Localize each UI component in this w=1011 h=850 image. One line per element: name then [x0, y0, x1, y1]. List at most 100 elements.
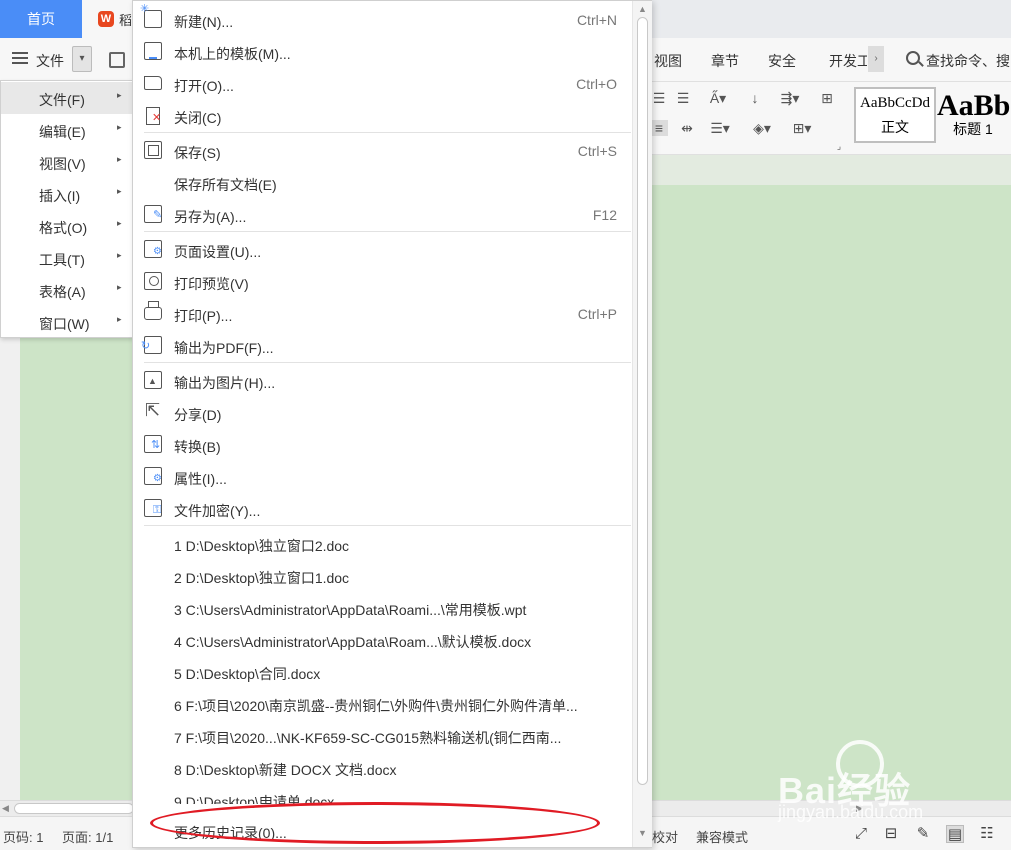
printer-icon: [144, 301, 162, 320]
style-normal[interactable]: AaBbCcDd 正文: [854, 87, 936, 143]
tab-view[interactable]: 视图: [654, 51, 682, 71]
scrollbar-thumb[interactable]: [14, 803, 134, 814]
paragraph-settings-icon[interactable]: ⌟: [834, 138, 844, 154]
file-dropdown-menu: 新建(N)... Ctrl+N 本机上的模板(M)... 打开(O)... Ctrl…: [132, 0, 652, 848]
menu-item-close[interactable]: 关闭(C): [133, 100, 633, 132]
page-count: 页面: 1/1: [62, 830, 114, 845]
main-menu-list: 文件(F) ▸ 编辑(E) ▸ 视图(V) ▸ 插入(I) ▸ 格式(O) ▸ 工具(T)…: [0, 80, 133, 338]
command-search-input[interactable]: 查找命令、搜: [926, 51, 1010, 71]
menu-item-new[interactable]: 新建(N)... Ctrl+N: [133, 2, 633, 36]
submenu-arrow-icon: ▸: [117, 218, 122, 228]
menu-label: 保存所有文档(E): [174, 177, 277, 193]
table-grid-icon[interactable]: ⊞: [818, 90, 836, 106]
submenu-arrow-icon: ▸: [117, 122, 122, 132]
submenu-arrow-icon: ▸: [117, 314, 122, 324]
menu-label: 输出为图片(H)...: [174, 375, 276, 391]
scroll-up-icon[interactable]: ▲: [638, 4, 647, 14]
proofread-button[interactable]: 校对: [652, 827, 678, 846]
scroll-left-icon[interactable]: ◀: [2, 803, 9, 814]
recent-file-item[interactable]: 2 D:\Desktop\独立窗口1.doc: [174, 568, 349, 588]
menu-item-window[interactable]: 窗口(W) ▸: [1, 306, 132, 338]
more-history-button[interactable]: 更多历史记录(0)...: [174, 823, 287, 843]
style-heading1-sample: AaBb: [937, 89, 1011, 122]
menu-item-view[interactable]: 视图(V) ▸: [1, 146, 132, 178]
menu-item-label: 表格(A): [39, 284, 86, 300]
file-menu-button[interactable]: 文件: [36, 51, 64, 71]
indent-icon[interactable]: ☰: [650, 90, 668, 106]
submenu-arrow-icon: ▸: [117, 154, 122, 164]
menu-item-save[interactable]: 保存(S) Ctrl+S: [133, 135, 633, 167]
menu-item-label: 编辑(E): [39, 124, 86, 140]
char-spacing-icon[interactable]: A̋▾: [704, 90, 732, 106]
menu-item-save-all[interactable]: 保存所有文档(E): [133, 167, 633, 199]
search-icon[interactable]: [906, 51, 920, 65]
menu-separator: [144, 525, 631, 526]
menu-item-print-preview[interactable]: 打印预览(V): [133, 266, 633, 298]
menu-separator: [144, 362, 631, 363]
tab-section[interactable]: 章节: [711, 51, 739, 71]
menu-shortcut: Ctrl+S: [577, 143, 617, 159]
menu-item-export-image[interactable]: 输出为图片(H)...: [133, 365, 633, 397]
menu-label: 页面设置(U)...: [174, 244, 262, 260]
baidu-watermark: Bai经验 jingyan.baidu.com: [778, 740, 1008, 830]
recent-file-item[interactable]: 9 D:\Desktop\申请单.docx: [174, 792, 334, 804]
menu-item-print[interactable]: 打印(P)... Ctrl+P: [133, 298, 633, 330]
tab-security[interactable]: 安全: [768, 51, 796, 71]
menu-item-format[interactable]: 格式(O) ▸: [1, 210, 132, 242]
menu-label: 分享(D): [174, 407, 222, 423]
menu-separator: [144, 132, 631, 133]
menu-item-share[interactable]: 分享(D): [133, 397, 633, 429]
shading-icon[interactable]: ◈▾: [748, 120, 776, 136]
menu-label: 文件加密(Y)...: [174, 503, 261, 519]
menu-item-label: 插入(I): [39, 188, 81, 204]
file-dropdown-button[interactable]: ▾: [72, 46, 92, 72]
menu-item-encrypt[interactable]: 文件加密(Y)...: [133, 493, 633, 525]
menu-item-save-as[interactable]: 另存为(A)... F12: [133, 199, 633, 231]
menu-item-page-setup[interactable]: 页面设置(U)...: [133, 234, 633, 266]
paragraph-spacing-icon[interactable]: ☰▾: [706, 120, 734, 136]
more-tabs-arrow-icon[interactable]: ›: [868, 46, 884, 72]
menu-item-edit[interactable]: 编辑(E) ▸: [1, 114, 132, 146]
menu-shortcut: Ctrl+P: [577, 306, 617, 322]
line-spacing-icon[interactable]: ⇶▾: [776, 90, 804, 106]
menu-item-file[interactable]: 文件(F) ▸: [1, 82, 132, 114]
menu-vertical-scrollbar[interactable]: ▲ ▼: [632, 1, 652, 847]
border-icon[interactable]: ⊞▾: [788, 120, 816, 136]
menu-item-tools[interactable]: 工具(T) ▸: [1, 242, 132, 274]
recent-file-item[interactable]: 6 F:\项目\2020\南京凯盛--贵州铜仁\外购件\贵州铜仁外购件清单...: [174, 696, 578, 716]
watermark-url: jingyan.baidu.com: [778, 802, 924, 822]
tab-developer[interactable]: 开发工: [829, 51, 867, 71]
menu-item-properties[interactable]: 属性(I)...: [133, 461, 633, 493]
menu-item-insert[interactable]: 插入(I) ▸: [1, 178, 132, 210]
menu-scrollbar-thumb[interactable]: [637, 17, 648, 785]
recent-file-item[interactable]: 1 D:\Desktop\独立窗口2.doc: [174, 536, 349, 556]
recent-file-item[interactable]: 3 C:\Users\Administrator\AppData\Roami..…: [174, 600, 526, 620]
menu-item-convert[interactable]: 转换(B): [133, 429, 633, 461]
distribute-icon[interactable]: ⇹: [678, 120, 696, 136]
close-doc-icon: [144, 106, 162, 125]
hamburger-icon[interactable]: [12, 52, 28, 64]
menu-item-table[interactable]: 表格(A) ▸: [1, 274, 132, 306]
submenu-arrow-icon: ▸: [117, 186, 122, 196]
document-top-margin: [650, 155, 1011, 185]
scroll-down-icon[interactable]: ▼: [638, 828, 647, 838]
encrypt-icon: [144, 499, 162, 517]
menu-shortcut: Ctrl+N: [576, 12, 617, 28]
save-icon: [144, 141, 162, 159]
recent-file-item[interactable]: 7 F:\项目\2020...\NK-KF659-SC-CG015熟料输送机(铜…: [174, 728, 561, 748]
style-heading1[interactable]: AaBb 标题 1: [935, 87, 1011, 143]
justify-icon[interactable]: ≡: [650, 120, 668, 136]
recent-file-item[interactable]: 4 C:\Users\Administrator\AppData\Roam...…: [174, 632, 531, 652]
menu-item-local-templates[interactable]: 本机上的模板(M)...: [133, 36, 633, 68]
style-normal-sample: AaBbCcDd: [860, 95, 930, 111]
recent-file-item[interactable]: 8 D:\Desktop\新建 DOCX 文档.docx: [174, 760, 397, 780]
sort-icon[interactable]: ↓: [746, 90, 764, 106]
recent-file-item[interactable]: 5 D:\Desktop\合同.docx: [174, 664, 320, 684]
save-icon[interactable]: [109, 52, 125, 68]
print-preview-icon: [144, 272, 162, 290]
tab-home[interactable]: 首页: [0, 0, 82, 38]
style-normal-name: 正文: [881, 119, 909, 135]
menu-item-open[interactable]: 打开(O)... Ctrl+O: [133, 68, 633, 100]
outdent-icon[interactable]: ☰: [674, 90, 692, 106]
menu-item-export-pdf[interactable]: 输出为PDF(F)...: [133, 330, 633, 362]
